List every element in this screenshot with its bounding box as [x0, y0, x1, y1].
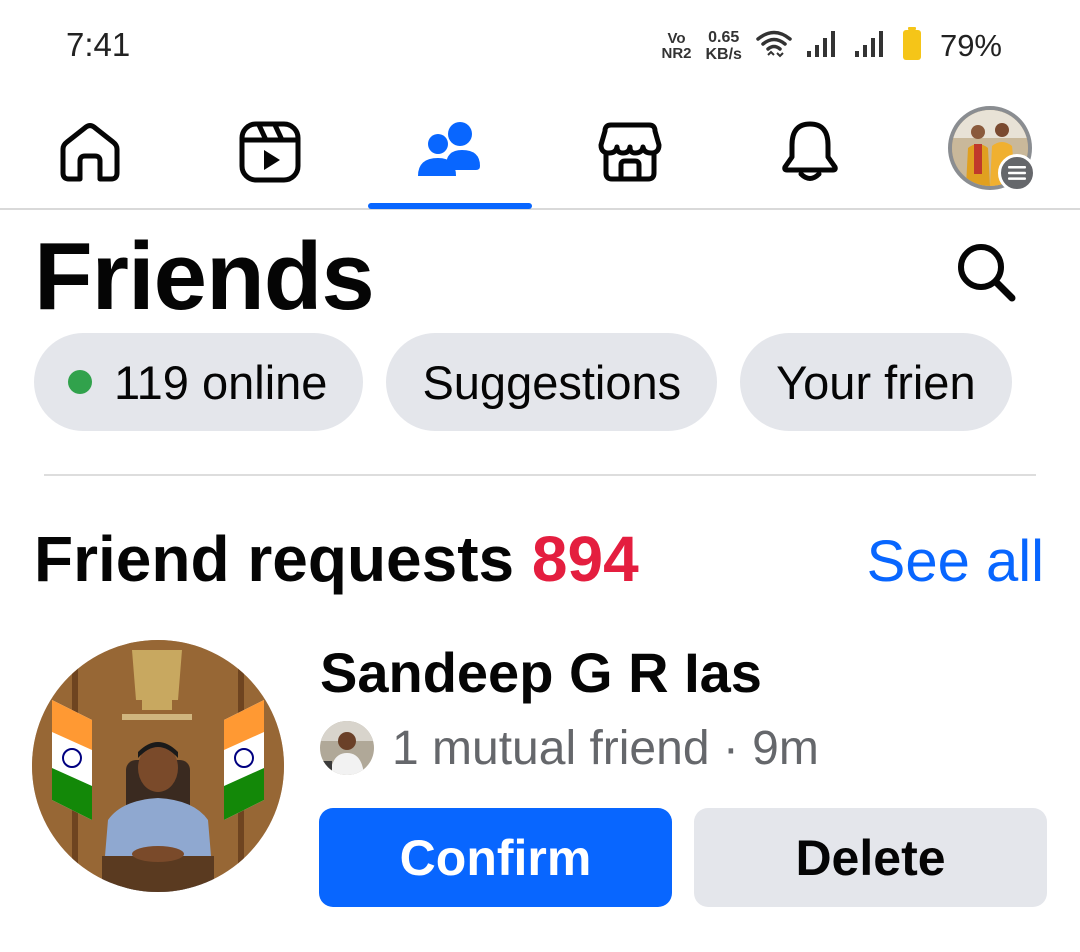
filter-chips: 119 online Suggestions Your frien	[34, 333, 1012, 431]
status-time: 7:41	[66, 26, 131, 63]
see-all-link[interactable]: See all	[867, 528, 1044, 595]
status-indicators: Vo NR2 0.65 KB/s 79%	[661, 22, 1002, 70]
tab-profile-menu[interactable]	[948, 106, 1036, 192]
request-profile-photo[interactable]	[32, 640, 284, 892]
cellular-signal-icon	[806, 29, 840, 64]
chip-your-friends-label: Your frien	[776, 355, 976, 409]
friend-requests-heading: Friend requests 894	[34, 522, 639, 596]
page-title: Friends	[34, 223, 375, 330]
battery-percent: 79%	[939, 28, 1002, 63]
friends-screen: 7:41 Vo NR2 0.65 KB/s 79% Friends 119 on…	[0, 0, 1080, 952]
request-name[interactable]: Sandeep G R Ias	[320, 640, 762, 705]
reels-icon	[237, 119, 303, 190]
delete-button[interactable]: Delete	[694, 808, 1047, 907]
network-speed: 0.65 KB/s	[705, 29, 742, 63]
mutual-friend-avatar	[320, 721, 374, 775]
confirm-button[interactable]: Confirm	[319, 808, 672, 907]
mutual-friends-text: 1 mutual friend · 9m	[392, 721, 819, 775]
tab-home[interactable]	[8, 100, 172, 208]
chip-suggestions[interactable]: Suggestions	[386, 333, 718, 431]
profile-menu-icon	[998, 154, 1036, 192]
mutual-friends-row: 1 mutual friend · 9m	[320, 716, 819, 780]
tab-reels[interactable]	[188, 100, 352, 208]
tab-notifications[interactable]	[728, 100, 892, 208]
tab-friends[interactable]	[368, 100, 532, 208]
friend-requests-title: Friend requests	[34, 523, 515, 595]
chip-online-label: 119 online	[114, 355, 328, 409]
friend-requests-count: 894	[531, 523, 639, 595]
chip-your-friends[interactable]: Your frien	[740, 333, 1012, 431]
cellular-signal-2-icon	[854, 29, 888, 64]
notifications-bell-icon	[777, 119, 843, 190]
home-icon	[57, 119, 123, 190]
online-status-dot	[68, 370, 92, 394]
tab-marketplace[interactable]	[548, 100, 712, 208]
section-divider	[44, 474, 1036, 476]
status-bar: 7:41 Vo NR2 0.65 KB/s 79%	[0, 0, 1080, 90]
search-icon	[954, 240, 1018, 309]
chip-online[interactable]: 119 online	[34, 333, 364, 431]
top-navigation	[0, 100, 1080, 210]
battery-icon	[902, 26, 922, 66]
friends-icon	[416, 120, 484, 189]
marketplace-icon	[597, 119, 663, 190]
search-button[interactable]	[950, 238, 1022, 310]
active-tab-indicator	[368, 203, 532, 209]
wifi-icon	[756, 28, 792, 65]
volte-indicator: Vo NR2	[661, 30, 692, 62]
chip-suggestions-label: Suggestions	[422, 355, 682, 409]
